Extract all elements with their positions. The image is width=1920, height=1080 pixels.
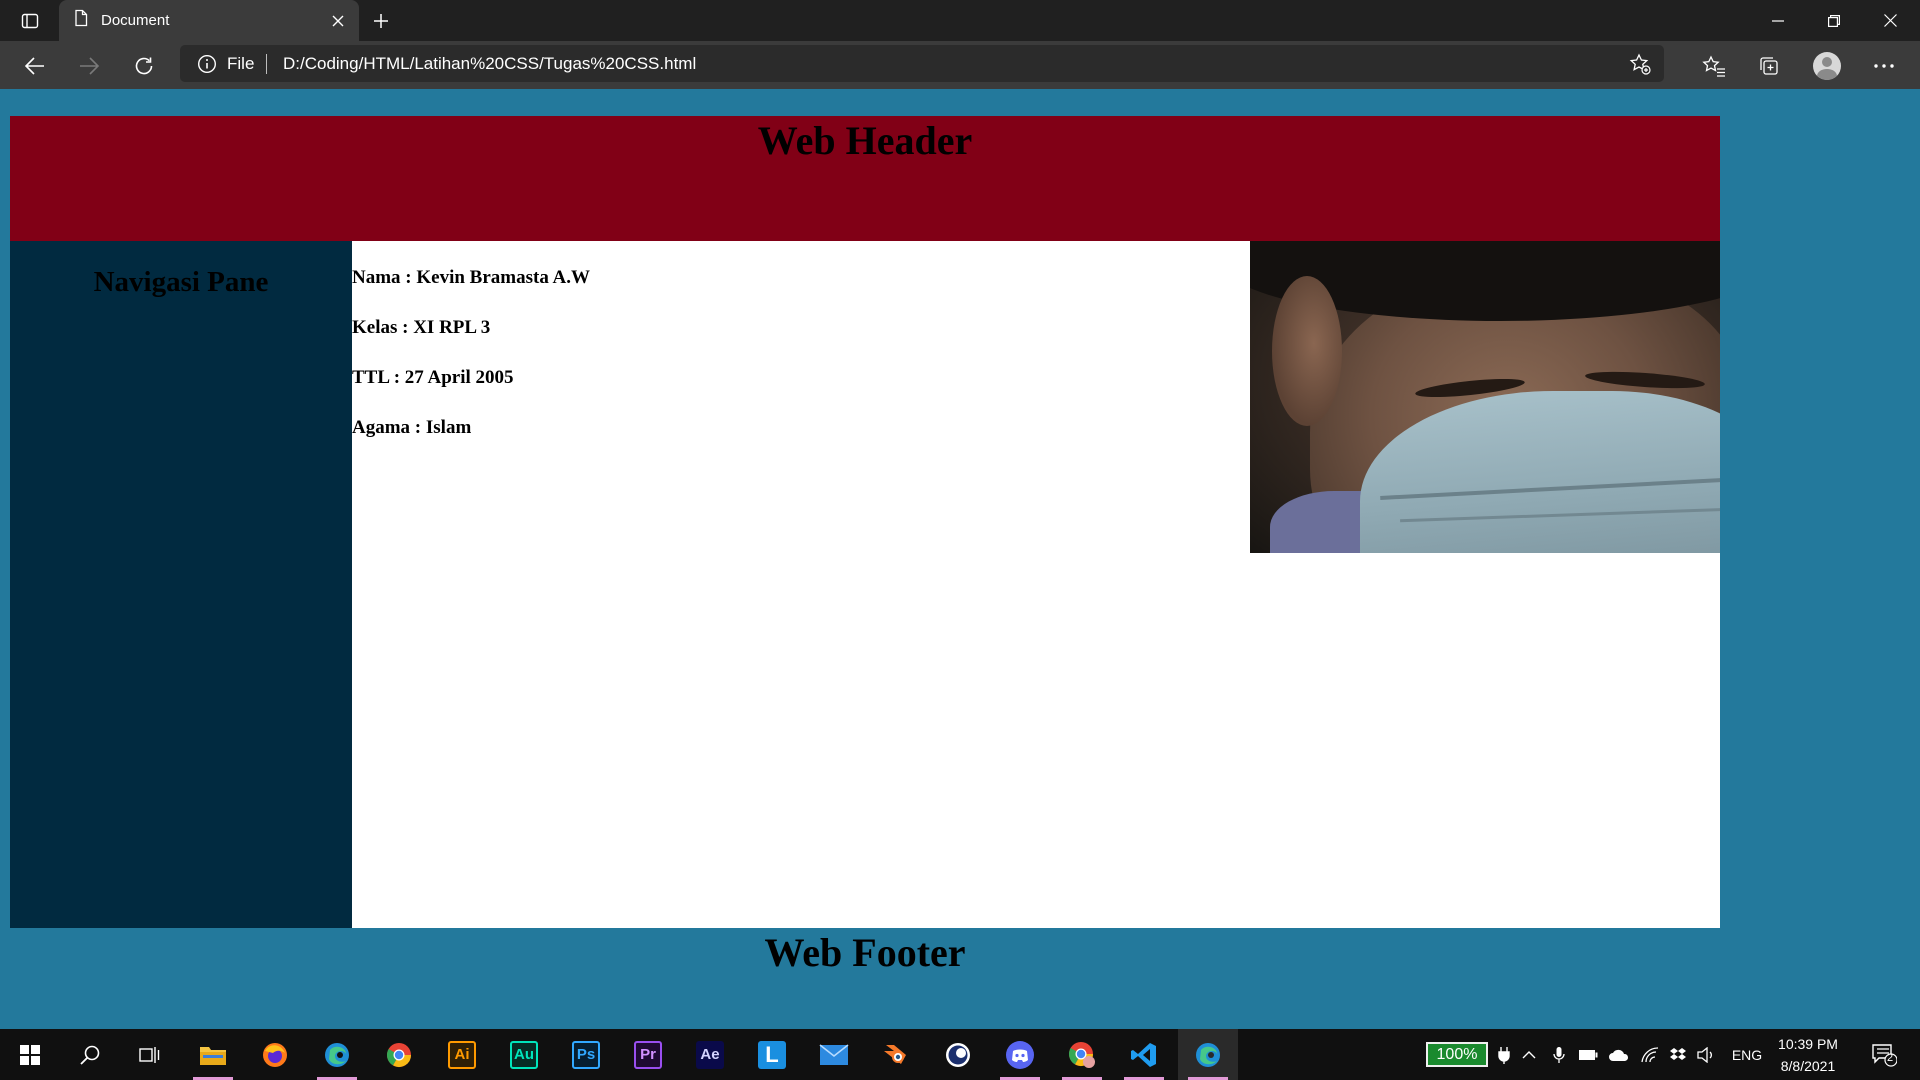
add-favorite-icon[interactable] bbox=[1628, 52, 1652, 76]
premiere-icon[interactable]: Pr bbox=[620, 1029, 676, 1080]
close-tab-icon[interactable] bbox=[327, 10, 349, 32]
chrome-profile-icon[interactable] bbox=[1054, 1029, 1110, 1080]
photoshop-icon[interactable]: Ps bbox=[558, 1029, 614, 1080]
clock-time: 10:39 PM bbox=[1778, 1036, 1838, 1052]
file-explorer-icon[interactable] bbox=[185, 1029, 241, 1080]
avatar bbox=[1813, 52, 1841, 80]
dropbox-icon[interactable] bbox=[1666, 1029, 1690, 1080]
navigation-pane: Navigasi Pane bbox=[10, 241, 352, 928]
audition-icon[interactable]: Au bbox=[496, 1029, 552, 1080]
new-tab-icon[interactable] bbox=[366, 6, 396, 36]
windows-taskbar: Ai Au Ps Pr Ae L 100% ENG 10:39 PM 8/8/2… bbox=[0, 1029, 1920, 1080]
nav-pane-title: Navigasi Pane bbox=[93, 266, 269, 298]
illustrator-icon[interactable]: Ai bbox=[434, 1029, 490, 1080]
web-header: Web Header bbox=[10, 116, 1720, 241]
url-scheme-label: File bbox=[227, 54, 255, 73]
web-footer: Web Footer bbox=[10, 928, 1720, 988]
profile-photo bbox=[1250, 241, 1720, 553]
plug-icon[interactable] bbox=[1494, 1029, 1514, 1080]
search-icon[interactable] bbox=[62, 1029, 118, 1080]
volume-icon[interactable] bbox=[1694, 1029, 1718, 1080]
start-icon[interactable] bbox=[2, 1029, 58, 1080]
refresh-icon[interactable] bbox=[127, 49, 161, 83]
cinema4d-icon[interactable] bbox=[930, 1029, 986, 1080]
profile-name: Nama : Kevin Bramasta A.W bbox=[352, 267, 591, 288]
vscode-icon[interactable] bbox=[1116, 1029, 1172, 1080]
collections-icon[interactable] bbox=[1752, 49, 1786, 83]
address-separator bbox=[266, 54, 267, 74]
tab-actions-icon[interactable] bbox=[14, 8, 46, 34]
mail-icon[interactable] bbox=[806, 1029, 862, 1080]
page-icon bbox=[73, 9, 89, 32]
footer-title: Web Footer bbox=[764, 930, 966, 975]
notification-count: 2 bbox=[1887, 1052, 1894, 1064]
tab-strip: Document bbox=[0, 0, 1920, 41]
content-area: Nama : Kevin Bramasta A.W Kelas : XI RPL… bbox=[352, 241, 1720, 928]
wifi-icon[interactable] bbox=[1638, 1029, 1662, 1080]
browser-toolbar: File D:/Coding/HTML/Latihan%20CSS/Tugas%… bbox=[0, 41, 1920, 89]
firefox-icon[interactable] bbox=[247, 1029, 303, 1080]
edge-active-icon[interactable] bbox=[1178, 1029, 1238, 1080]
favorites-icon[interactable] bbox=[1697, 49, 1731, 83]
tab-document[interactable]: Document bbox=[59, 0, 359, 41]
close-window-icon[interactable] bbox=[1862, 0, 1918, 41]
back-icon[interactable] bbox=[18, 49, 52, 83]
profile-religion: Agama : Islam bbox=[352, 417, 472, 438]
blender-icon[interactable] bbox=[868, 1029, 924, 1080]
tab-title: Document bbox=[101, 12, 170, 29]
page-viewport: Web Header Navigasi Pane Nama : Kevin Br… bbox=[0, 89, 1920, 1029]
profile-avatar-icon[interactable] bbox=[1810, 49, 1844, 83]
edge-icon[interactable] bbox=[309, 1029, 365, 1080]
task-view-icon[interactable] bbox=[122, 1029, 178, 1080]
address-bar[interactable]: File D:/Coding/HTML/Latihan%20CSS/Tugas%… bbox=[180, 45, 1664, 82]
battery-percentage[interactable]: 100% bbox=[1426, 1042, 1488, 1067]
battery-icon[interactable] bbox=[1576, 1029, 1600, 1080]
language-indicator[interactable]: ENG bbox=[1728, 1029, 1766, 1080]
microphone-icon[interactable] bbox=[1548, 1029, 1570, 1080]
header-title: Web Header bbox=[757, 118, 973, 163]
profile-class: Kelas : XI RPL 3 bbox=[352, 317, 491, 338]
minimize-icon[interactable] bbox=[1750, 0, 1806, 41]
profile-info: Nama : Kevin Bramasta A.W Kelas : XI RPL… bbox=[352, 266, 590, 466]
chrome-icon[interactable] bbox=[371, 1029, 427, 1080]
forward-icon[interactable] bbox=[72, 49, 106, 83]
clock[interactable]: 10:39 PM 8/8/2021 bbox=[1772, 1033, 1844, 1077]
restore-icon[interactable] bbox=[1806, 0, 1862, 41]
url-text[interactable]: D:/Coding/HTML/Latihan%20CSS/Tugas%20CSS… bbox=[283, 54, 696, 74]
l-app-icon[interactable]: L bbox=[744, 1029, 800, 1080]
notification-center-icon[interactable]: 2 bbox=[1864, 1029, 1904, 1080]
page-container: Web Header Navigasi Pane Nama : Kevin Br… bbox=[10, 116, 1720, 988]
more-options-icon[interactable] bbox=[1867, 49, 1901, 83]
main-section: Navigasi Pane Nama : Kevin Bramasta A.W … bbox=[10, 241, 1720, 928]
onedrive-icon[interactable] bbox=[1606, 1029, 1632, 1080]
info-icon[interactable] bbox=[196, 53, 218, 75]
after-effects-icon[interactable]: Ae bbox=[682, 1029, 738, 1080]
show-hidden-icons-icon[interactable] bbox=[1518, 1029, 1540, 1080]
clock-date: 8/8/2021 bbox=[1780, 1058, 1836, 1074]
discord-icon[interactable] bbox=[992, 1029, 1048, 1080]
profile-birth: TTL : 27 April 2005 bbox=[352, 367, 514, 388]
